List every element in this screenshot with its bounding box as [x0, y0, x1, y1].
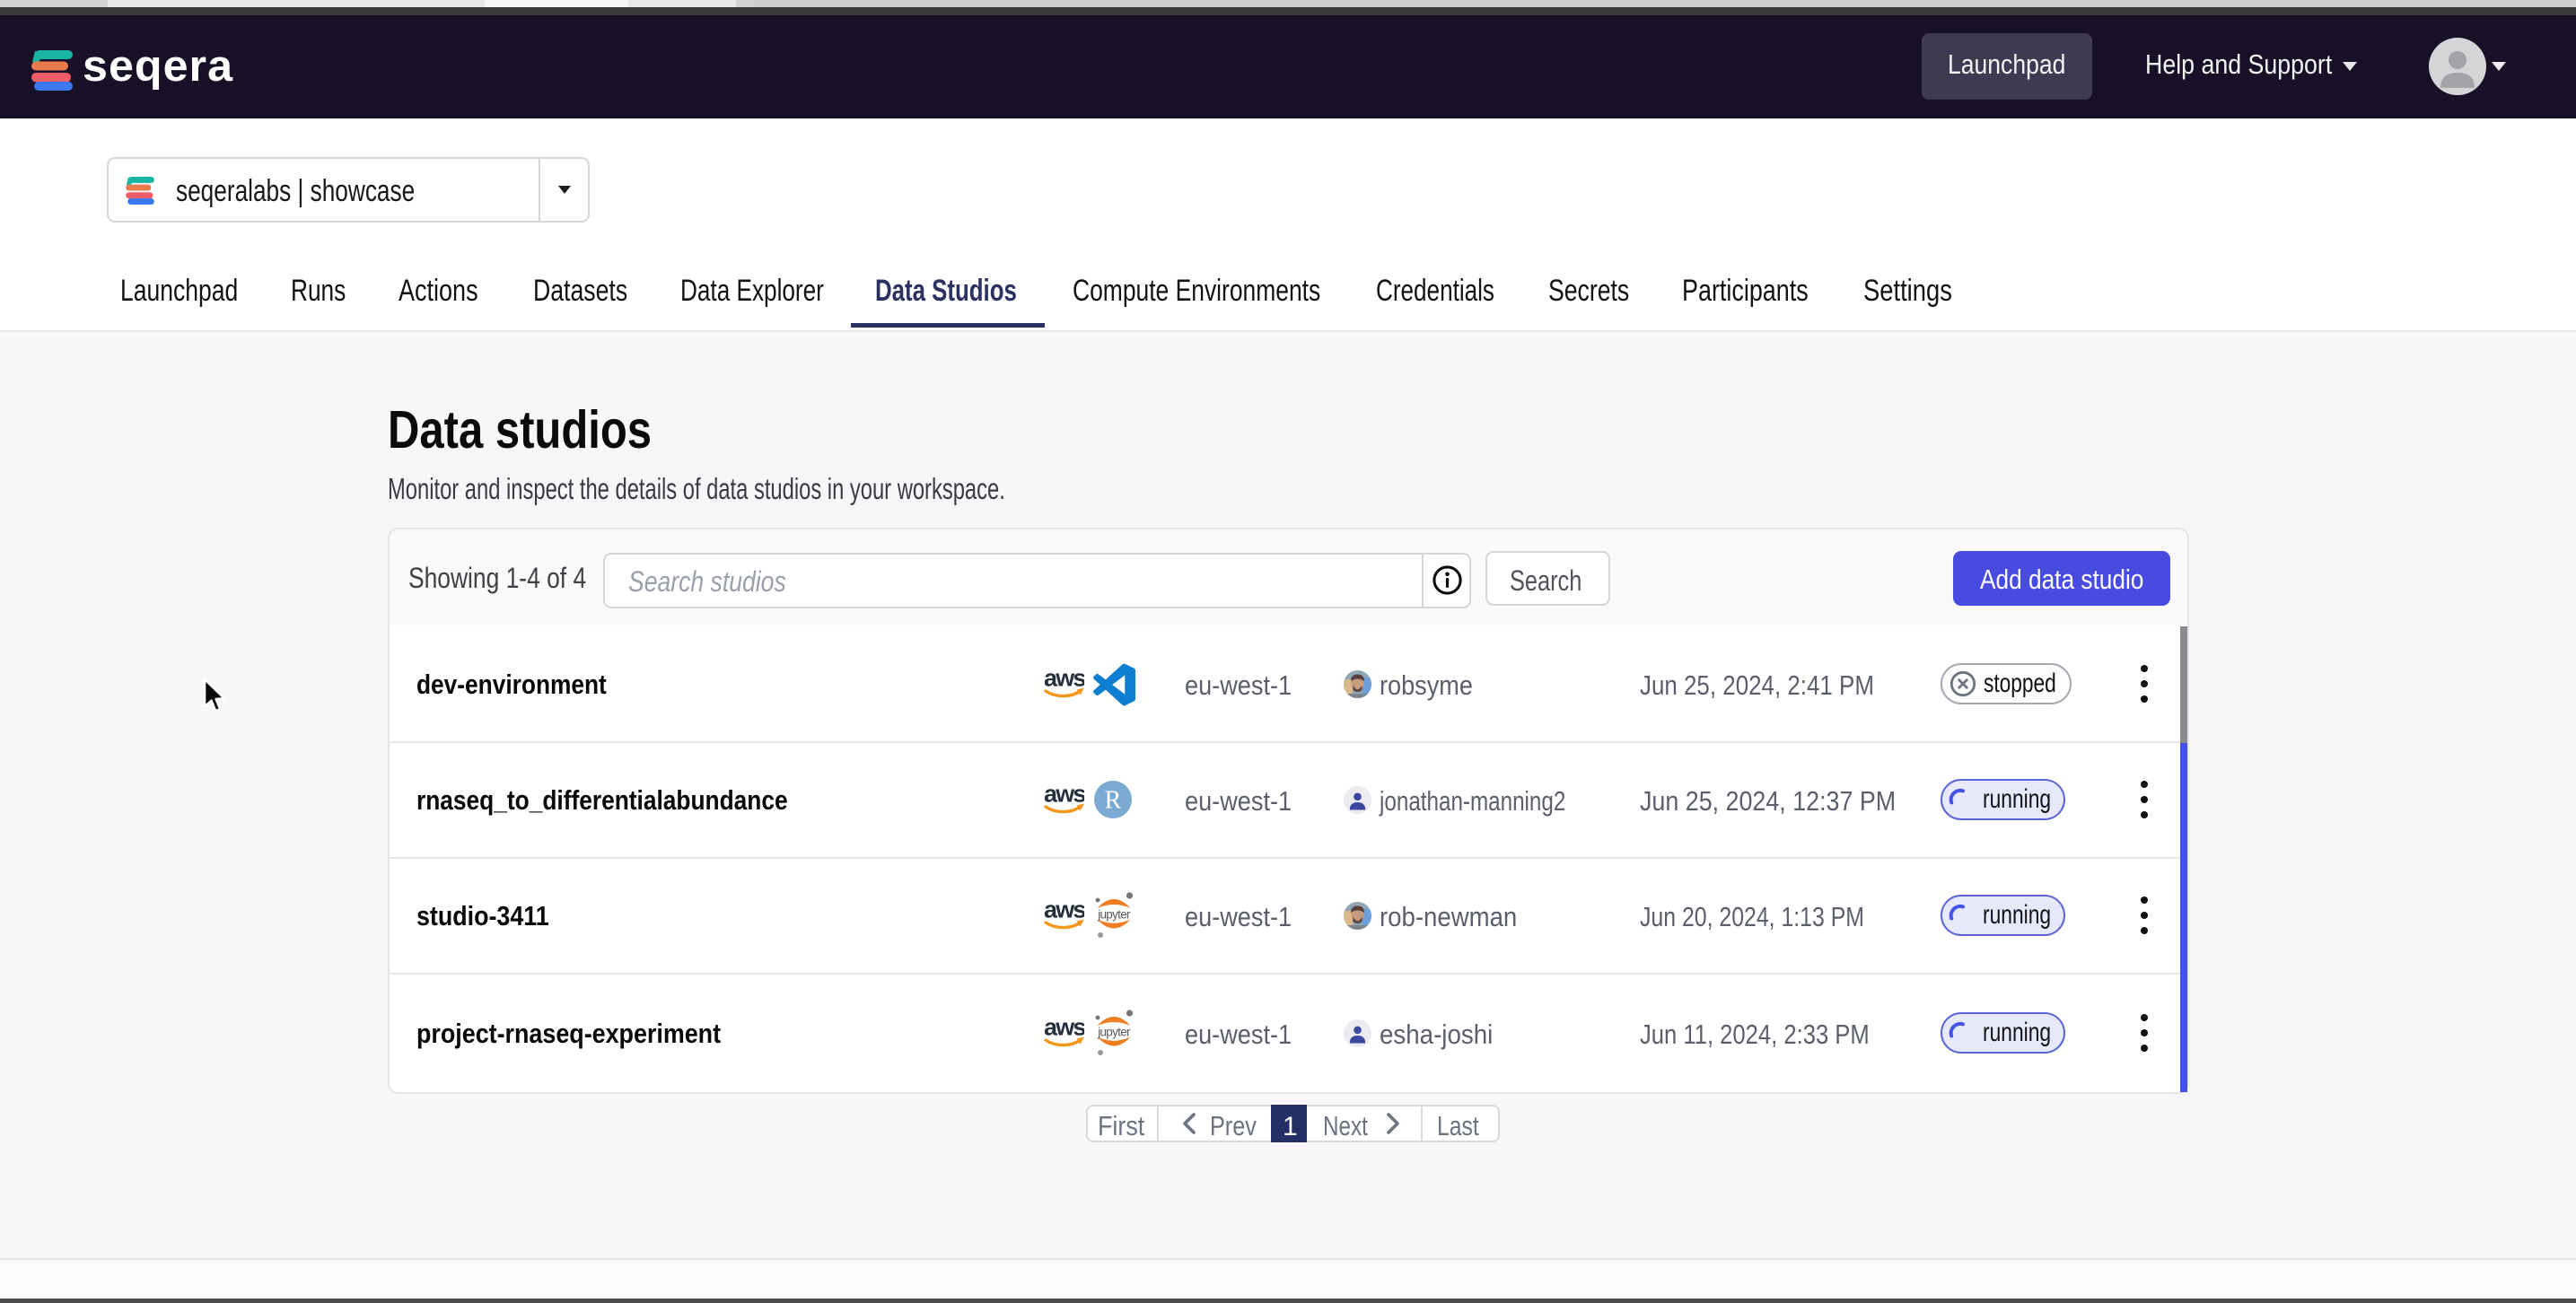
- svg-text:aws: aws: [1044, 786, 1084, 808]
- svg-text:jupyter: jupyter: [1097, 908, 1131, 922]
- svg-text:jupyter: jupyter: [1097, 1026, 1131, 1039]
- svg-text:aws: aws: [1044, 670, 1084, 692]
- svg-text:aws: aws: [1044, 1019, 1084, 1041]
- svg-text:aws: aws: [1044, 902, 1084, 923]
- svg-text:R: R: [1105, 787, 1122, 815]
